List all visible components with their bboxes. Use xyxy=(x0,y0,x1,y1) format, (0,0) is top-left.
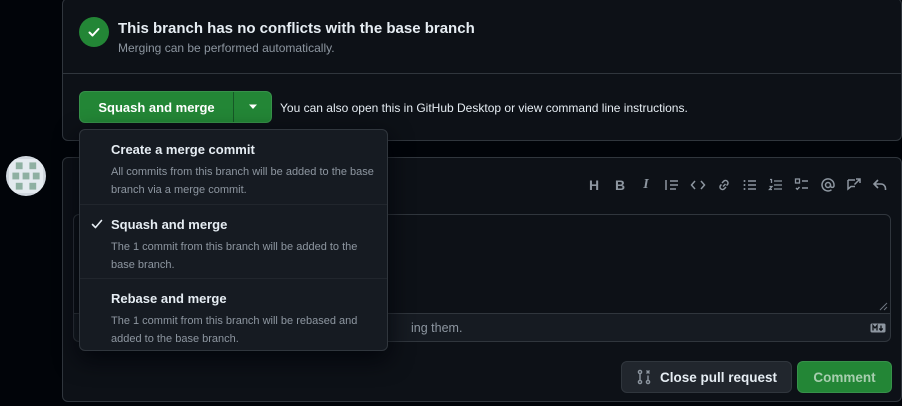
menu-item-rebase-and-merge[interactable]: Rebase and merge The 1 commit from this … xyxy=(80,278,387,350)
merge-success-badge xyxy=(79,17,109,47)
identicon-icon xyxy=(9,159,43,193)
unordered-list-icon[interactable] xyxy=(741,174,759,196)
menu-item-squash-and-merge[interactable]: Squash and merge The 1 commit from this … xyxy=(80,204,387,278)
markdown-icon[interactable] xyxy=(870,323,886,333)
squash-and-merge-button[interactable]: Squash and merge xyxy=(80,92,233,122)
bold-label: B xyxy=(614,177,626,193)
alternative-merge-text: You can also open this in GitHub Desktop… xyxy=(280,101,688,115)
selected-check-icon xyxy=(91,219,103,229)
mention-glyph xyxy=(821,178,835,192)
close-pull-request-label: Close pull request xyxy=(659,369,778,385)
italic-label: I xyxy=(643,177,649,192)
close-pull-request-button[interactable]: Close pull request xyxy=(621,361,792,393)
check-icon xyxy=(88,28,100,37)
also-suffix: . xyxy=(684,101,688,115)
heading-icon[interactable]: H xyxy=(585,174,603,196)
divider xyxy=(63,73,901,74)
task-list-icon[interactable] xyxy=(793,174,811,196)
task-glyph xyxy=(794,178,808,191)
link-icon[interactable] xyxy=(715,174,733,196)
bold-icon[interactable]: B xyxy=(611,174,629,196)
ol-glyph xyxy=(768,178,782,191)
xref-glyph xyxy=(847,178,861,191)
reply-icon[interactable] xyxy=(871,174,889,196)
merge-status-panel: This branch has no conflicts with the ba… xyxy=(62,0,902,141)
also-middle: or view xyxy=(504,101,543,115)
markdown-toolbar: H B I xyxy=(585,174,889,196)
ul-glyph xyxy=(743,180,756,190)
menu-item-description: The 1 commit from this branch will be re… xyxy=(111,315,358,345)
github-desktop-link[interactable]: open this in GitHub Desktop xyxy=(352,101,501,115)
merge-method-menu: Create a merge commit All commits from t… xyxy=(79,129,388,351)
italic-icon[interactable]: I xyxy=(637,174,655,196)
heading-label: H xyxy=(588,177,600,193)
ordered-list-icon[interactable] xyxy=(767,174,785,196)
merge-status-title: This branch has no conflicts with the ba… xyxy=(118,20,475,37)
comment-button[interactable]: Comment xyxy=(797,361,892,393)
menu-item-title: Create a merge commit xyxy=(111,142,255,157)
merge-split-button: Squash and merge xyxy=(79,91,272,123)
menu-item-title: Squash and merge xyxy=(111,217,228,232)
command-line-instructions-link[interactable]: command line instructions xyxy=(546,101,685,115)
menu-item-description: All commits from this branch will be add… xyxy=(111,166,374,196)
merge-status-subtitle: Merging can be performed automatically. xyxy=(118,41,335,55)
menu-item-description: The 1 commit from this branch will be ad… xyxy=(111,241,358,271)
avatar[interactable] xyxy=(6,156,46,196)
also-prefix: You can also xyxy=(280,101,349,115)
link-glyph xyxy=(719,179,729,191)
menu-item-create-merge-commit[interactable]: Create a merge commit All commits from t… xyxy=(80,130,387,204)
resize-grip-icon[interactable] xyxy=(879,302,888,311)
attach-files-hint: ing them. xyxy=(411,321,463,335)
code-glyph xyxy=(690,180,706,190)
quote-icon[interactable] xyxy=(663,174,681,196)
cross-reference-icon[interactable] xyxy=(845,174,863,196)
triangle-down-icon xyxy=(248,104,257,109)
merge-method-dropdown-toggle[interactable] xyxy=(234,92,271,122)
git-pull-request-closed-icon xyxy=(637,369,651,385)
code-icon[interactable] xyxy=(689,174,707,196)
quote-glyph xyxy=(665,180,678,190)
reply-glyph xyxy=(872,179,887,190)
mention-icon[interactable] xyxy=(819,174,837,196)
menu-item-title: Rebase and merge xyxy=(111,291,227,306)
